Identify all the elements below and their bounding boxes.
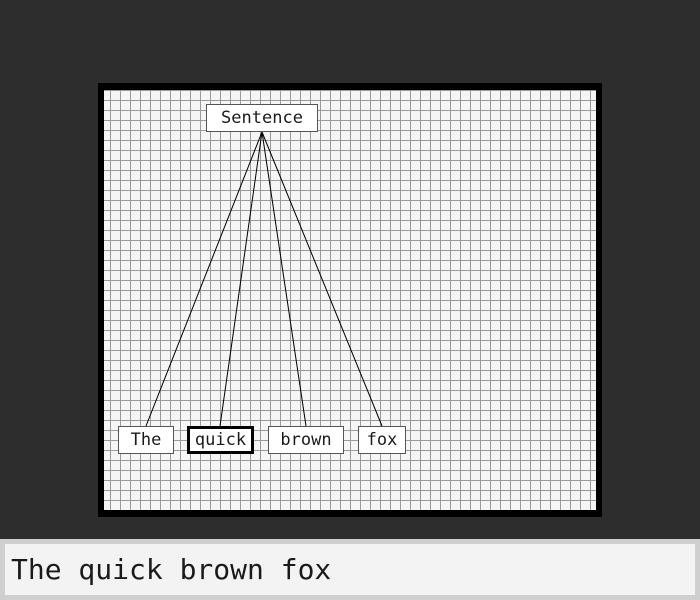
tree-node-brown[interactable]: brown — [268, 426, 344, 454]
tree-node-quick[interactable]: quick — [187, 426, 254, 454]
input-bar — [0, 539, 700, 600]
tree-node-the[interactable]: The — [118, 426, 174, 454]
edge-root-brown — [261, 131, 307, 427]
sentence-input[interactable] — [5, 544, 695, 595]
tree-node-fox[interactable]: fox — [358, 426, 406, 454]
tree-edges — [145, 131, 383, 427]
tree-canvas[interactable]: Sentence The quick brown fox — [104, 90, 596, 510]
app-window: Sentence The quick brown fox — [0, 0, 700, 600]
tree-canvas-frame: Sentence The quick brown fox — [98, 83, 602, 517]
edge-root-fox — [261, 131, 383, 427]
edge-root-quick — [219, 131, 263, 427]
tree-node-root[interactable]: Sentence — [206, 104, 318, 132]
edge-root-the — [145, 131, 263, 427]
